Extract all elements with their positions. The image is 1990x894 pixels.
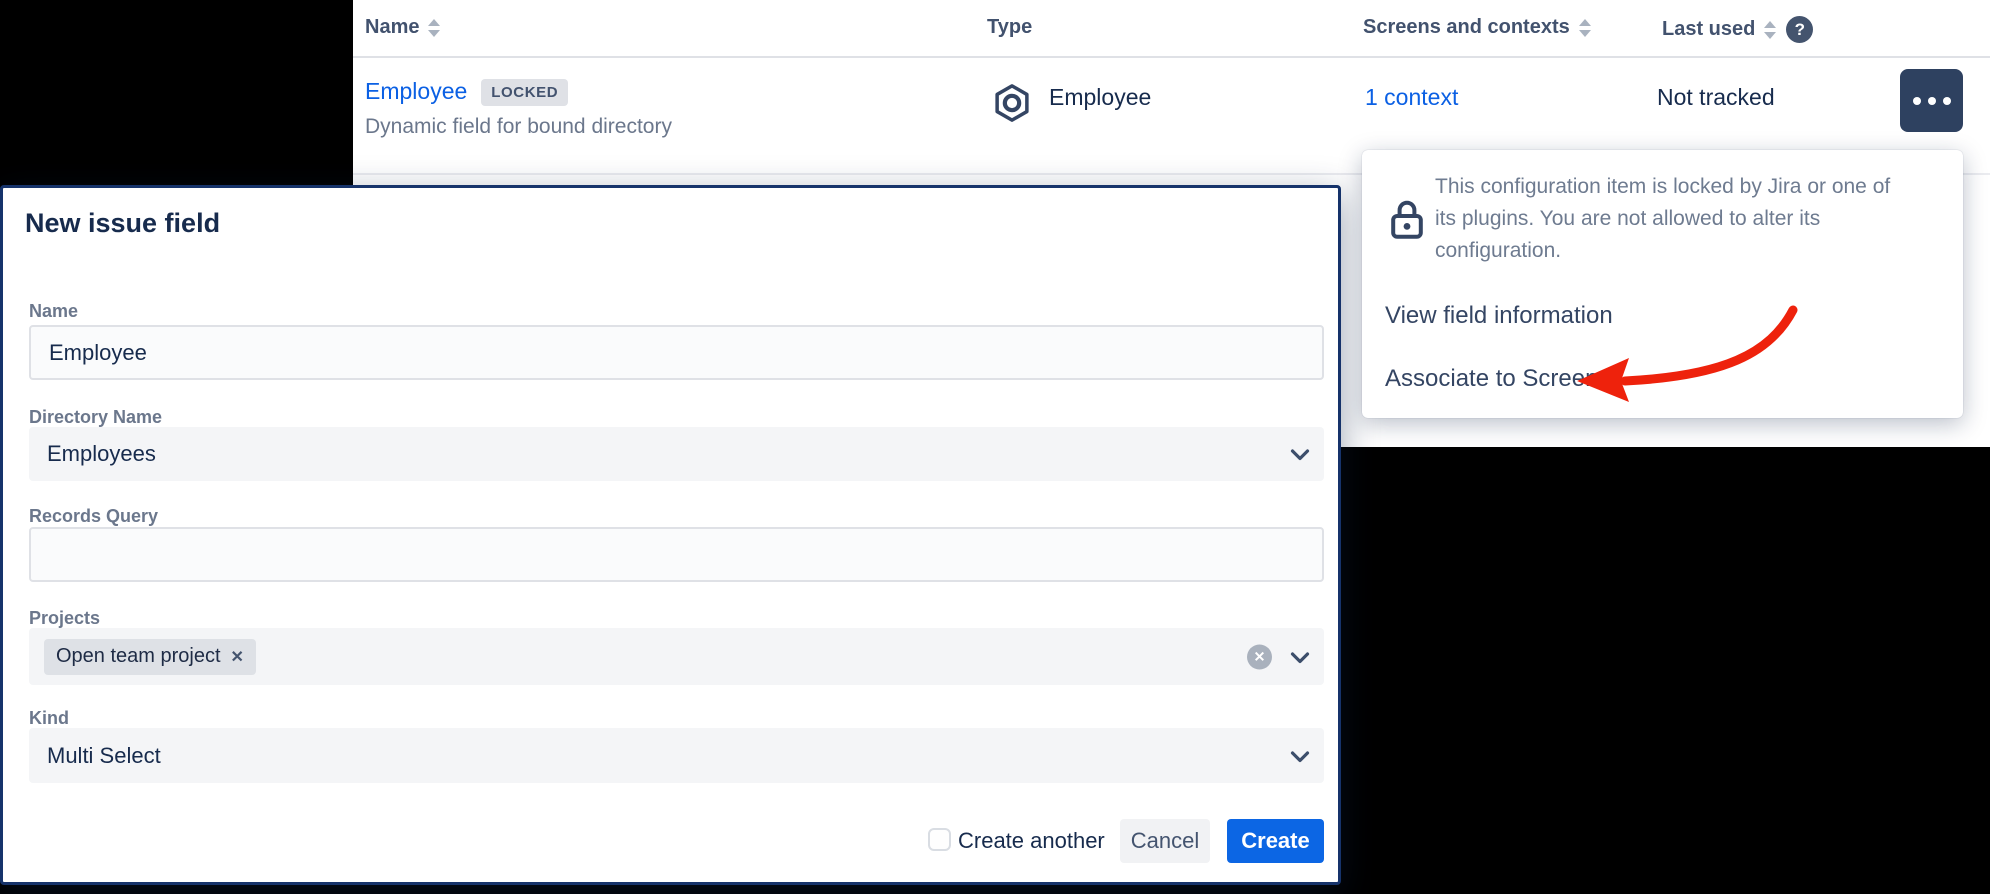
records-query-input[interactable]: [29, 527, 1324, 582]
sort-icon: [1579, 19, 1591, 37]
chevron-down-icon: [1290, 644, 1310, 670]
lock-icon: [1390, 200, 1424, 245]
ellipsis-icon: [1913, 97, 1921, 105]
field-description: Dynamic field for bound directory: [365, 115, 672, 139]
header-divider: [353, 56, 1990, 58]
cancel-button[interactable]: Cancel: [1120, 819, 1210, 863]
create-another-label: Create another: [958, 828, 1105, 854]
project-tag-label: Open team project: [56, 645, 221, 668]
name-input[interactable]: [29, 325, 1324, 380]
column-header-screens-label: Screens and contexts: [1363, 16, 1570, 39]
field-name-link[interactable]: Employee LOCKED: [365, 78, 568, 108]
sort-icon: [428, 19, 440, 37]
column-header-last-used[interactable]: Last used ?: [1662, 16, 1813, 43]
last-used-value: Not tracked: [1657, 84, 1775, 111]
remove-tag-icon[interactable]: ✕: [231, 647, 244, 667]
locked-note: This configuration item is locked by Jir…: [1435, 171, 1901, 267]
ellipsis-icon: [1943, 97, 1951, 105]
directory-name-label: Directory Name: [29, 407, 162, 428]
chevron-down-icon: [1290, 743, 1310, 769]
create-another-checkbox[interactable]: [928, 828, 951, 851]
column-header-name-label: Name: [365, 16, 419, 39]
new-issue-field-modal: New issue field Name Directory Name Empl…: [0, 185, 1341, 885]
field-name-text: Employee: [365, 78, 467, 104]
column-header-screens[interactable]: Screens and contexts: [1363, 16, 1591, 39]
field-actions-menu: This configuration item is locked by Jir…: [1362, 150, 1963, 418]
locked-badge: LOCKED: [481, 79, 568, 106]
modal-title: New issue field: [25, 208, 220, 239]
sort-icon: [1764, 21, 1776, 39]
help-icon[interactable]: ?: [1786, 16, 1813, 43]
projects-label: Projects: [29, 608, 100, 629]
name-field-label: Name: [29, 301, 78, 322]
more-actions-button[interactable]: [1900, 69, 1963, 132]
field-type-icon: [991, 82, 1033, 129]
clear-selection-icon[interactable]: ✕: [1247, 644, 1272, 669]
field-type-label: Employee: [1049, 84, 1151, 111]
kind-label: Kind: [29, 708, 69, 729]
directory-name-value: Employees: [47, 441, 156, 467]
directory-name-select[interactable]: Employees: [29, 427, 1324, 481]
kind-select[interactable]: Multi Select: [29, 728, 1324, 783]
column-header-type-label: Type: [987, 16, 1032, 39]
ellipsis-icon: [1928, 97, 1936, 105]
create-button[interactable]: Create: [1227, 819, 1324, 863]
contexts-link[interactable]: 1 context: [1365, 84, 1458, 111]
column-header-type: Type: [987, 16, 1032, 39]
records-query-label: Records Query: [29, 506, 158, 527]
project-tag: Open team project ✕: [44, 639, 256, 675]
column-header-name[interactable]: Name: [365, 16, 440, 39]
column-header-last-used-label: Last used: [1662, 18, 1755, 41]
menu-item-view-field-information[interactable]: View field information: [1385, 302, 1613, 330]
menu-item-associate-to-screens[interactable]: Associate to Screens: [1385, 365, 1610, 393]
kind-value: Multi Select: [47, 743, 161, 769]
projects-multiselect[interactable]: Open team project ✕ ✕: [29, 628, 1324, 685]
chevron-down-icon: [1290, 441, 1310, 467]
